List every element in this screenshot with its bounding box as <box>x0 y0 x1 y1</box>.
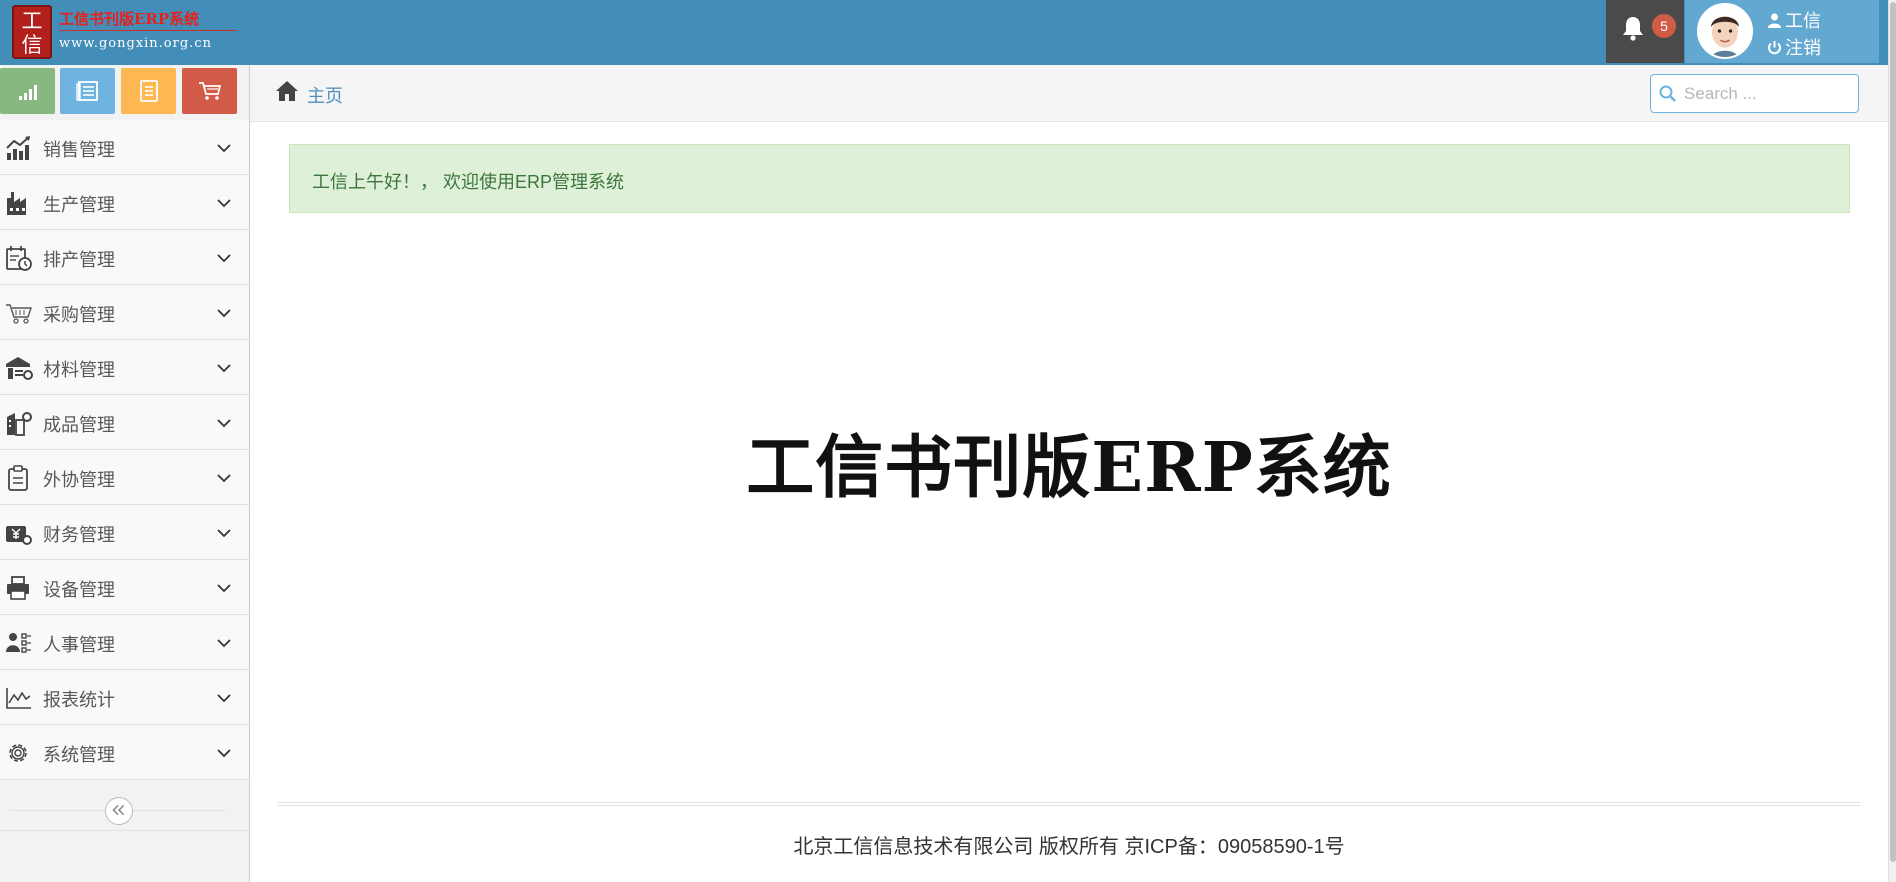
sidebar: 销售管理 生产管理 排产管理 采购管理 材料管理 成品管理 外协管理 财务管理 … <box>0 65 250 882</box>
sidebar-item-personnel[interactable]: 人事管理 <box>0 615 249 670</box>
document-icon <box>140 80 158 102</box>
notifications-button[interactable]: 5 <box>1606 0 1684 63</box>
sidebar-menu: 销售管理 生产管理 排产管理 采购管理 材料管理 成品管理 外协管理 财务管理 … <box>0 120 249 780</box>
sidebar-item-production[interactable]: 生产管理 <box>0 175 249 230</box>
sidebar-item-finished-goods[interactable]: 成品管理 <box>0 395 249 450</box>
chevron-down-icon <box>217 309 231 318</box>
sidebar-item-label: 生产管理 <box>43 195 115 215</box>
chevron-down-icon <box>217 639 231 648</box>
sidebar-item-label: 设备管理 <box>43 580 115 600</box>
welcome-alert: 工信上午好！， 欢迎使用ERP管理系统 <box>289 144 1850 213</box>
schedule-icon <box>6 246 32 271</box>
signal-icon <box>19 85 37 100</box>
chevron-down-icon <box>217 584 231 593</box>
avatar-face-icon <box>1699 5 1751 57</box>
sidebar-item-materials[interactable]: 材料管理 <box>0 340 249 395</box>
logo-url: www.gongxin.org.cn <box>59 36 212 51</box>
sidebar-item-system[interactable]: 系统管理 <box>0 725 249 780</box>
search-input[interactable] <box>1684 81 1852 107</box>
avatar[interactable] <box>1697 3 1753 59</box>
sidebar-collapse-bar <box>0 791 249 831</box>
personnel-icon <box>6 633 31 653</box>
logo-divider <box>59 30 237 31</box>
list-icon <box>76 81 98 101</box>
page-scrollbar[interactable] <box>1888 0 1896 882</box>
purchase-cart-icon <box>6 304 32 324</box>
logout-label: 注销 <box>1785 38 1821 58</box>
logo-title: 工信书刊版ERP系统 <box>59 10 200 28</box>
sidebar-item-label: 系统管理 <box>43 745 115 765</box>
chevron-down-icon <box>217 144 231 153</box>
sidebar-item-sales[interactable]: 销售管理 <box>0 120 249 175</box>
chevron-down-icon <box>217 364 231 373</box>
product-building-icon <box>7 412 32 436</box>
printer-icon <box>7 576 29 600</box>
user-menu[interactable]: 工信 注销 <box>1685 0 1879 63</box>
warehouse-icon <box>6 357 33 380</box>
chevron-down-icon <box>217 419 231 428</box>
logo-seal: 工信 <box>12 5 52 59</box>
scrollbar-thumb[interactable] <box>1890 2 1896 862</box>
sidebar-item-finance[interactable]: 财务管理 <box>0 505 249 560</box>
sidebar-item-label: 采购管理 <box>43 305 115 325</box>
shortcut-document-button[interactable] <box>121 68 176 114</box>
shortcut-cart-button[interactable] <box>182 68 237 114</box>
shortcut-list-button[interactable] <box>60 68 115 114</box>
brand-logo[interactable]: 工信 工信书刊版ERP系统 www.gongxin.org.cn <box>10 4 238 60</box>
chevron-down-icon <box>217 254 231 263</box>
double-chevron-left-icon <box>112 804 125 816</box>
clipboard-icon <box>8 465 28 491</box>
notification-count-badge: 5 <box>1652 14 1676 38</box>
gear-icon <box>9 744 27 762</box>
sidebar-item-label: 人事管理 <box>43 635 115 655</box>
sidebar-item-purchasing[interactable]: 采购管理 <box>0 285 249 340</box>
search-icon <box>1659 85 1676 102</box>
user-name[interactable]: 工信 <box>1767 7 1821 33</box>
welcome-message: 工信上午好！， 欢迎使用ERP管理系统 <box>312 172 625 192</box>
sidebar-item-label: 销售管理 <box>43 140 115 160</box>
user-name-label: 工信 <box>1785 11 1821 31</box>
sidebar-collapse-button[interactable] <box>105 797 133 825</box>
breadcrumb-home-link[interactable]: 主页 <box>307 82 343 108</box>
sidebar-item-label: 排产管理 <box>43 250 115 270</box>
breadcrumb: 主页 <box>250 65 1888 122</box>
chevron-down-icon <box>217 474 231 483</box>
cart-icon <box>199 82 222 100</box>
sidebar-item-label: 成品管理 <box>43 415 115 435</box>
sidebar-item-equipment[interactable]: 设备管理 <box>0 560 249 615</box>
sidebar-item-reports[interactable]: 报表统计 <box>0 670 249 725</box>
bell-icon <box>1623 17 1643 41</box>
line-chart-icon <box>6 688 31 709</box>
sidebar-item-label: 财务管理 <box>43 525 115 545</box>
home-icon <box>276 81 298 101</box>
sidebar-item-label: 外协管理 <box>43 470 115 490</box>
sidebar-item-label: 材料管理 <box>43 360 115 380</box>
factory-icon <box>7 192 26 215</box>
sidebar-shortcuts <box>0 68 250 117</box>
sidebar-item-scheduling[interactable]: 排产管理 <box>0 230 249 285</box>
chevron-down-icon <box>217 749 231 758</box>
chevron-down-icon <box>217 694 231 703</box>
sales-chart-icon <box>6 136 30 160</box>
shortcut-signal-button[interactable] <box>0 68 55 114</box>
finance-icon <box>6 526 32 545</box>
sidebar-item-label: 报表统计 <box>43 690 115 710</box>
hero-title: 工信书刊版ERP系统 <box>746 428 1392 508</box>
logout-link[interactable]: 注销 <box>1767 34 1821 60</box>
footer-divider <box>278 802 1860 806</box>
footer-copyright: 北京工信信息技术有限公司 版权所有 京ICP备：09058590-1号 <box>793 836 1345 858</box>
chevron-down-icon <box>217 199 231 208</box>
power-icon <box>1768 41 1781 55</box>
chevron-down-icon <box>217 529 231 538</box>
user-icon <box>1768 13 1781 28</box>
search-box[interactable] <box>1650 74 1859 113</box>
sidebar-item-outsourcing[interactable]: 外协管理 <box>0 450 249 505</box>
navbar: 工信 工信书刊版ERP系统 www.gongxin.org.cn 5 工信 注销 <box>0 0 1888 65</box>
